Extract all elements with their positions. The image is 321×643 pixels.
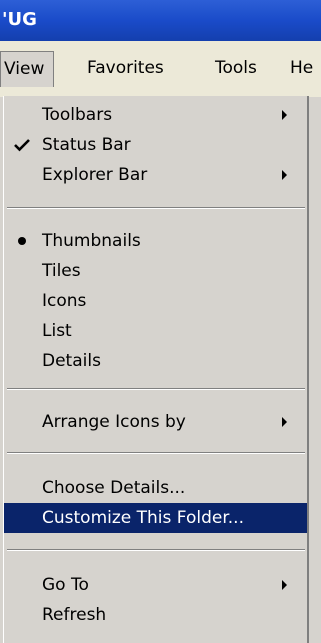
menu-item-arrange-icons-by[interactable]: Arrange Icons by [4, 407, 307, 437]
menu-item-refresh[interactable]: Refresh [4, 600, 307, 630]
menu-item-label: Customize This Folder... [42, 508, 244, 528]
menu-item-label: Status Bar [42, 135, 131, 155]
menu-item-status-bar[interactable]: Status Bar [4, 130, 307, 160]
view-menu: Toolbars Status Bar Explorer Bar Thumbna… [3, 96, 309, 643]
menu-separator [7, 388, 305, 390]
menu-separator [7, 549, 305, 551]
title-bar: 'UG [0, 0, 321, 41]
menu-item-tiles[interactable]: Tiles [4, 256, 307, 286]
menu-bar: View Favorites Tools He [0, 41, 321, 97]
submenu-arrow-icon [282, 110, 287, 120]
menu-item-toolbars[interactable]: Toolbars [4, 100, 307, 130]
menu-item-label: Icons [42, 291, 87, 311]
menu-item-label: Choose Details... [42, 478, 186, 498]
menu-view-label: View [4, 59, 45, 79]
menu-view[interactable]: View [0, 51, 55, 87]
menu-separator [7, 452, 305, 454]
menu-favorites[interactable]: Favorites [87, 51, 164, 87]
menu-help[interactable]: He [290, 51, 313, 87]
menu-tools[interactable]: Tools [215, 51, 257, 87]
menu-item-list[interactable]: List [4, 316, 307, 346]
menu-item-label: Explorer Bar [42, 165, 148, 185]
menu-item-customize-this-folder[interactable]: Customize This Folder... [4, 503, 307, 533]
menu-item-label: Details [42, 351, 101, 371]
menu-item-label: Arrange Icons by [42, 412, 186, 432]
submenu-arrow-icon [282, 580, 287, 590]
menu-help-label: He [290, 58, 314, 78]
menu-item-label: Toolbars [42, 105, 113, 125]
menu-item-explorer-bar[interactable]: Explorer Bar [4, 160, 307, 190]
radio-bullet-icon [4, 226, 38, 256]
menu-favorites-label: Favorites [87, 58, 164, 78]
menu-separator [7, 207, 305, 209]
menu-item-label: List [42, 321, 72, 341]
menu-item-details[interactable]: Details [4, 346, 307, 376]
window-title: 'UG [2, 9, 37, 30]
submenu-arrow-icon [282, 417, 287, 427]
check-mark-icon [4, 130, 38, 160]
menu-tools-label: Tools [215, 58, 257, 78]
menu-item-label: Thumbnails [42, 231, 141, 251]
submenu-arrow-icon [282, 170, 287, 180]
menu-item-go-to[interactable]: Go To [4, 570, 307, 600]
menu-item-label: Tiles [42, 261, 81, 281]
menu-item-thumbnails[interactable]: Thumbnails [4, 226, 307, 256]
menu-item-icons[interactable]: Icons [4, 286, 307, 316]
menu-item-choose-details[interactable]: Choose Details... [4, 473, 307, 503]
menu-item-label: Refresh [42, 605, 107, 625]
menu-item-label: Go To [42, 575, 89, 595]
